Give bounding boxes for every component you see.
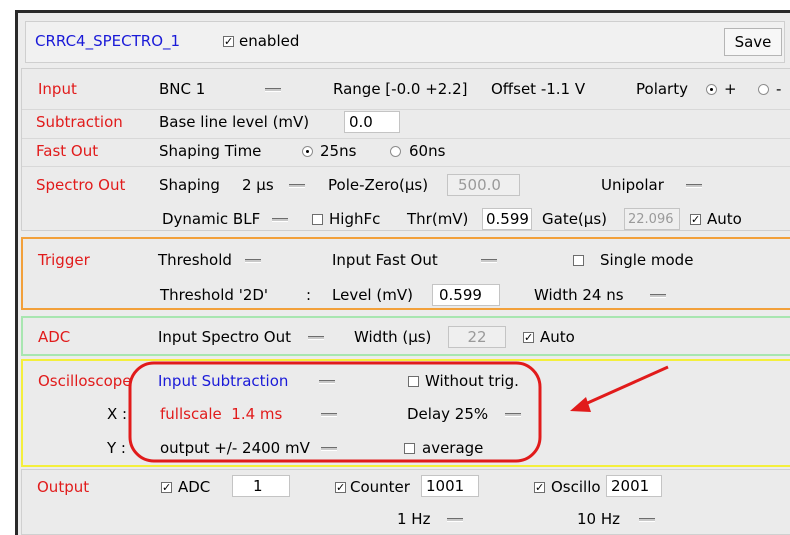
annotation-highlight-box — [128, 361, 542, 463]
annotation-arrowhead-icon — [570, 397, 591, 412]
annotation-overlay — [128, 361, 669, 463]
annotation-arrow-icon — [582, 365, 669, 407]
